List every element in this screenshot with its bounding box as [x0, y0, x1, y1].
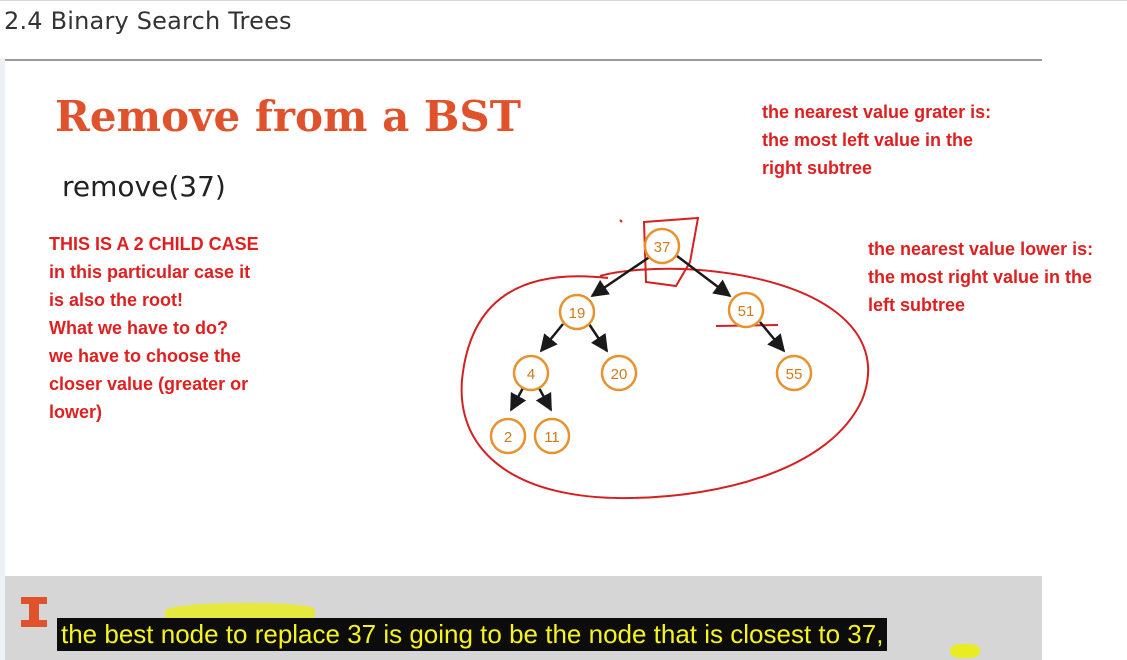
tree-edge	[509, 387, 527, 412]
node-label: 4	[527, 366, 535, 383]
node-label: 55	[786, 366, 803, 383]
video-caption: the best node to replace 37 is going to …	[57, 618, 888, 651]
node-label: 51	[738, 303, 755, 320]
bst-diagram: 37 19 51 4 20 55 2 11	[460, 216, 869, 500]
tree-node: 11	[533, 417, 571, 455]
tree-node: 20	[600, 354, 638, 392]
node-label: 2	[504, 429, 512, 446]
tree-edge	[587, 323, 609, 353]
hand-drawn-mark	[619, 219, 623, 223]
node-label: 11	[544, 429, 560, 446]
tree-edge	[676, 255, 732, 298]
highlighter-stroke	[950, 644, 980, 658]
tree-edge	[535, 387, 553, 412]
node-label: 20	[611, 366, 628, 383]
node-label: 19	[569, 305, 586, 322]
tree-node: 4	[512, 354, 550, 392]
tree-node: 2	[489, 417, 527, 455]
node-label: 37	[654, 239, 671, 256]
tree-node: 51	[727, 291, 765, 329]
highlighter-stroke	[165, 603, 315, 619]
tree-edge	[539, 323, 564, 353]
tree-node: 55	[775, 354, 813, 392]
tree-node: 19	[558, 293, 596, 331]
tree-node: 37	[643, 227, 681, 265]
tree-edge	[759, 321, 786, 353]
caption-text: the best node to replace 37 is going to …	[61, 619, 884, 649]
